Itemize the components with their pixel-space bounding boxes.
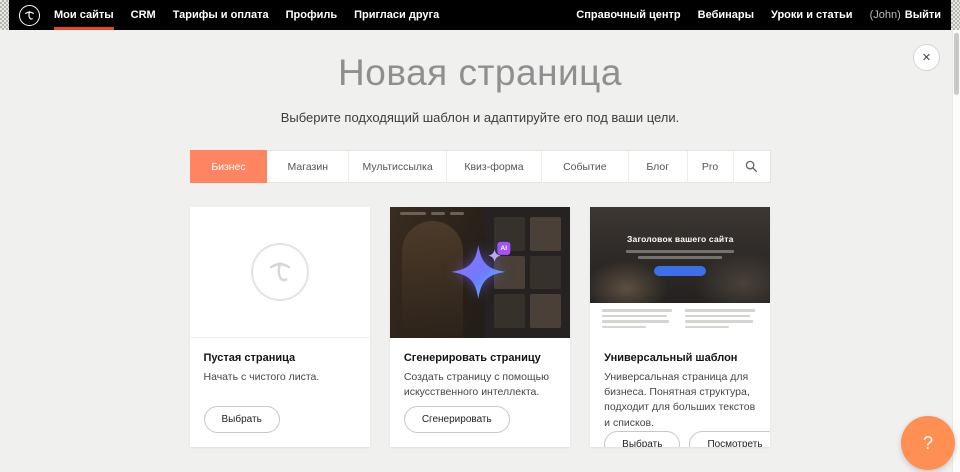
- desktop-texture-right: [951, 0, 960, 30]
- username-label: (John): [870, 9, 901, 21]
- page-subtitle: Выберите подходящий шаблон и адаптируйте…: [0, 110, 960, 125]
- ai-generate-thumbnail[interactable]: AI: [390, 207, 570, 338]
- tab-search[interactable]: [734, 151, 770, 182]
- card-blank-page: Пустая страница Начать с чистого листа. …: [190, 207, 370, 447]
- tilda-mark-circle: [251, 243, 309, 301]
- template-category-tabs: Бизнес Магазин Мультиссылка Квиз-форма С…: [190, 150, 771, 183]
- template-grid: Пустая страница Начать с чистого листа. …: [190, 207, 771, 472]
- card-title: Универсальный шаблон: [604, 352, 756, 364]
- card-body: Пустая страница Начать с чистого листа. …: [190, 338, 370, 447]
- logout-label: Выйти: [905, 9, 941, 21]
- template-preview-column: [602, 309, 675, 332]
- template-preview-heading: Заголовок вашего сайта: [627, 234, 734, 244]
- tab-business[interactable]: Бизнес: [190, 150, 268, 183]
- card-ai-generate: AI Сгенерировать страницу Создать страни…: [390, 207, 570, 447]
- nav-item-crm[interactable]: CRM: [131, 0, 156, 30]
- universal-template-thumbnail[interactable]: Заголовок вашего сайта: [590, 207, 770, 338]
- new-page-dialog: ✕ Новая страница Выберите подходящий шаб…: [0, 30, 960, 472]
- card-universal-template: Заголовок вашего сайта Универсальный шаб…: [590, 207, 770, 447]
- navbar-right-group: Справочный центр Вебинары Уроки и статьи…: [559, 0, 941, 30]
- template-preview-textline: [626, 250, 734, 253]
- nav-item-invite-friend[interactable]: Пригласи друга: [354, 0, 439, 30]
- template-preview-textline: [638, 256, 722, 259]
- tab-event[interactable]: Событие: [542, 151, 629, 182]
- tab-pro[interactable]: Pro: [688, 151, 734, 182]
- blank-page-thumbnail[interactable]: [190, 207, 370, 338]
- tilda-logo[interactable]: [19, 5, 40, 26]
- card-body: Сгенерировать страницу Создать страницу …: [390, 338, 570, 447]
- template-preview-cta-button: [654, 266, 706, 276]
- nav-item-profile[interactable]: Профиль: [286, 0, 337, 30]
- card-actions: Выбрать: [204, 406, 356, 433]
- nav-item-lessons[interactable]: Уроки и статьи: [771, 0, 853, 30]
- choose-blank-button[interactable]: Выбрать: [204, 406, 280, 433]
- card-actions: Выбрать Посмотреть: [604, 431, 756, 447]
- help-button[interactable]: ?: [901, 416, 955, 470]
- card-description: Создать страницу с помощью искусственног…: [404, 370, 556, 400]
- nav-item-webinars[interactable]: Вебинары: [698, 0, 754, 30]
- card-actions: Сгенерировать: [404, 406, 556, 433]
- tab-quiz-form[interactable]: Квиз-форма: [447, 151, 542, 182]
- preview-template-button[interactable]: Посмотреть: [689, 431, 770, 447]
- template-preview-body: [590, 303, 770, 338]
- choose-template-button[interactable]: Выбрать: [604, 431, 680, 447]
- card-description: Универсальная страница для бизнеса. Поня…: [604, 370, 756, 431]
- generate-button[interactable]: Сгенерировать: [404, 406, 510, 433]
- card-title: Сгенерировать страницу: [404, 352, 556, 364]
- scrollbar-thumb[interactable]: [954, 33, 959, 95]
- template-preview-column: [685, 309, 758, 332]
- search-icon: [745, 160, 758, 173]
- desktop-texture-left: [0, 0, 9, 30]
- tilda-mark-icon: [265, 257, 295, 287]
- tilda-logo-icon: [23, 9, 36, 22]
- scrollbar-track[interactable]: [952, 30, 960, 472]
- nav-item-tariffs[interactable]: Тарифы и оплата: [173, 0, 269, 30]
- tab-blog[interactable]: Блог: [629, 151, 688, 182]
- nav-item-help-center[interactable]: Справочный центр: [576, 0, 680, 30]
- tab-multilink[interactable]: Мультиссылка: [349, 151, 447, 182]
- nav-item-logout[interactable]: (John) Выйти: [870, 0, 941, 30]
- card-body: Универсальный шаблон Универсальная стран…: [590, 338, 770, 447]
- ai-badge: AI: [497, 241, 510, 254]
- card-title: Пустая страница: [204, 352, 356, 364]
- ai-sparkle-icon: AI: [450, 243, 506, 299]
- tab-shop[interactable]: Магазин: [267, 151, 349, 182]
- close-button[interactable]: ✕: [913, 44, 940, 71]
- nav-item-my-sites[interactable]: Мои сайты: [54, 0, 114, 30]
- top-navbar: Мои сайты CRM Тарифы и оплата Профиль Пр…: [9, 0, 951, 30]
- template-preview-hero: Заголовок вашего сайта: [590, 207, 770, 303]
- card-description: Начать с чистого листа.: [204, 370, 356, 385]
- page-title: Новая страница: [0, 52, 960, 94]
